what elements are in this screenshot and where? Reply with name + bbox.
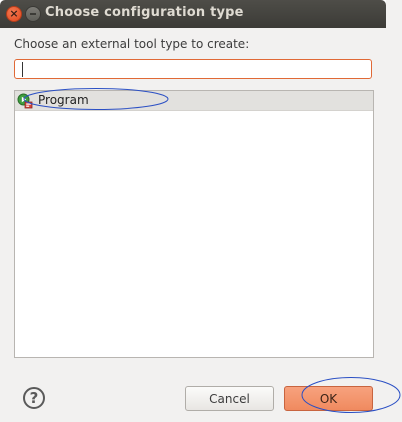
dialog-content: Choose an external tool type to create: … [0, 28, 386, 422]
help-button[interactable]: ? [23, 387, 45, 409]
filter-input[interactable] [14, 59, 372, 79]
minimize-window-button[interactable] [25, 6, 41, 22]
window-edge [386, 0, 402, 422]
ok-button[interactable]: OK [284, 386, 373, 411]
tree-item-program[interactable]: Program [15, 91, 373, 111]
tree-item-label: Program [38, 93, 89, 107]
program-launch-icon [17, 93, 33, 109]
configuration-type-tree[interactable]: Program [14, 90, 374, 358]
cancel-button[interactable]: Cancel [185, 386, 274, 411]
close-window-button[interactable]: × [6, 6, 22, 22]
title-bar[interactable]: × Choose configuration type [0, 0, 386, 28]
text-caret [22, 62, 23, 77]
window-title: Choose configuration type [45, 5, 244, 20]
prompt-label: Choose an external tool type to create: [14, 37, 250, 51]
dialog-window: × Choose configuration type Choose an ex… [0, 0, 402, 422]
